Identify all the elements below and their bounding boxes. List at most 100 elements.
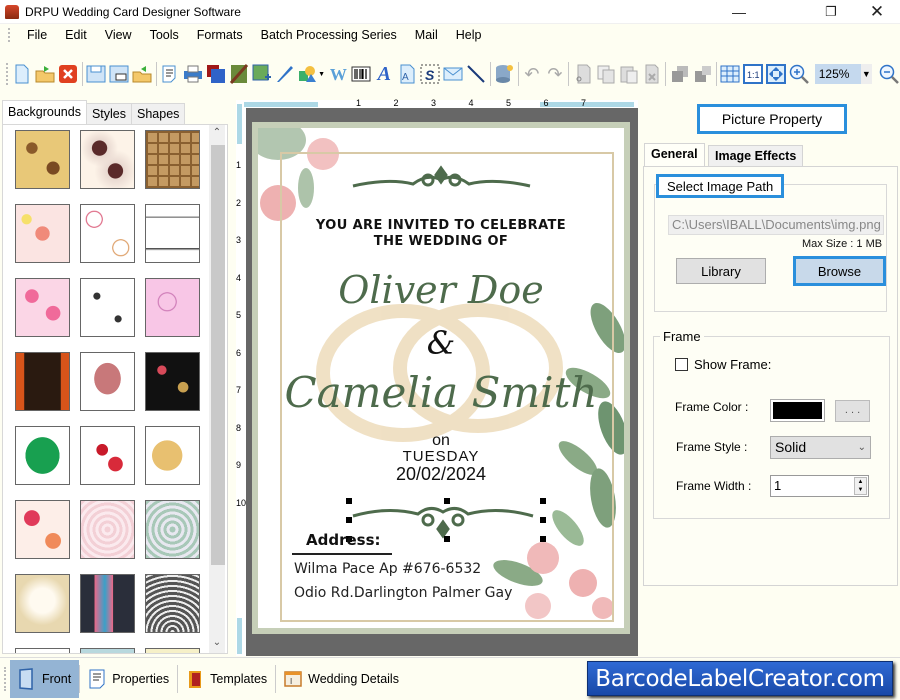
thumbnail-heart-outlines[interactable]: [80, 204, 135, 263]
selection-handle[interactable]: [444, 498, 450, 504]
minimize-button[interactable]: —: [716, 0, 762, 24]
tab-general[interactable]: General: [644, 143, 705, 167]
thumbnail-golden-floral[interactable]: [15, 130, 70, 189]
thumbnail-ganesha-orange[interactable]: [15, 352, 70, 411]
paste-button[interactable]: [618, 63, 639, 85]
menu-batch-processing[interactable]: Batch Processing Series: [252, 28, 406, 42]
bring-forward-button[interactable]: [669, 63, 690, 85]
selection-handle[interactable]: [540, 536, 546, 542]
pencil-button[interactable]: [274, 63, 295, 85]
thumbnail-elephant-head[interactable]: [80, 352, 135, 411]
actual-size-button[interactable]: 1:1: [743, 63, 764, 85]
tab-styles[interactable]: Styles: [85, 103, 133, 124]
address-line-2[interactable]: Odio Rd.Darlington Palmer Gay: [294, 585, 512, 601]
invite-line-2[interactable]: THE WEDDING OF: [258, 234, 624, 249]
spin-buttons[interactable]: ▲ ▼: [854, 477, 867, 495]
grid-button[interactable]: [720, 63, 741, 85]
open-button[interactable]: [35, 63, 56, 85]
groom-name[interactable]: Oliver Doe: [258, 268, 624, 312]
word-art-button[interactable]: W: [328, 63, 349, 85]
show-frame-checkbox[interactable]: [675, 358, 688, 371]
zoom-level-input[interactable]: 125%: [814, 64, 861, 84]
frame-width-stepper[interactable]: 1 ▲ ▼: [770, 475, 869, 497]
background-button[interactable]: [228, 63, 249, 85]
properties-button[interactable]: [160, 63, 181, 85]
import-button[interactable]: [132, 63, 153, 85]
menu-tools[interactable]: Tools: [141, 28, 188, 42]
cut-button[interactable]: [572, 63, 593, 85]
tab-shapes[interactable]: Shapes: [131, 103, 186, 124]
thumbnail-blue-hearts[interactable]: [80, 648, 135, 653]
print-preview-button[interactable]: [206, 63, 227, 85]
address-label[interactable]: Address:: [306, 531, 381, 549]
tab-front[interactable]: Front: [10, 660, 80, 698]
thumbnail-pink-hearts[interactable]: [15, 278, 70, 337]
selection-handle[interactable]: [444, 536, 450, 542]
restore-button[interactable]: ❐: [808, 0, 854, 24]
selection-handle[interactable]: [346, 517, 352, 523]
address-line-1[interactable]: Wilma Pace Ap #676-6532: [294, 561, 481, 577]
print-button[interactable]: [183, 63, 204, 85]
fit-window-button[interactable]: [766, 63, 787, 85]
thumbnail-pink-flowers[interactable]: [15, 204, 70, 263]
selection-handle[interactable]: [540, 498, 546, 504]
thumbnail-dancing-couples[interactable]: [80, 278, 135, 337]
scrollbar-thumb[interactable]: [211, 145, 225, 565]
menu-edit[interactable]: Edit: [56, 28, 96, 42]
selection-handle[interactable]: [346, 498, 352, 504]
zoom-in-button[interactable]: [789, 63, 810, 85]
redo-button[interactable]: ↷: [544, 63, 565, 85]
frame-color-picker-button[interactable]: . . .: [835, 400, 870, 422]
close-file-button[interactable]: [58, 63, 79, 85]
thumbnail-mandala[interactable]: [145, 500, 200, 559]
wedding-date[interactable]: 20/02/2024: [258, 464, 624, 485]
scroll-up-icon[interactable]: ⌃: [209, 127, 225, 143]
thumbnail-rose-petals[interactable]: [80, 426, 135, 485]
line-button[interactable]: [466, 63, 487, 85]
menu-help[interactable]: Help: [447, 28, 491, 42]
thumbnail-purple-floral[interactable]: [15, 648, 70, 653]
shapes-button[interactable]: ▼: [297, 63, 326, 85]
thumbnail-temple-illustration[interactable]: [145, 204, 200, 263]
thumbnail-leaf-elephant[interactable]: [15, 426, 70, 485]
new-button[interactable]: [12, 63, 33, 85]
letter-button[interactable]: A: [397, 63, 418, 85]
zoom-dropdown-button[interactable]: ▼: [860, 64, 873, 84]
thumbnail-white-rose-rings[interactable]: [15, 574, 70, 633]
save-button[interactable]: [86, 63, 107, 85]
signature-button[interactable]: S: [420, 63, 441, 85]
ampersand[interactable]: &: [258, 324, 624, 362]
scroll-down-icon[interactable]: ⌄: [209, 637, 225, 653]
text-button[interactable]: A: [374, 63, 395, 85]
show-frame-label[interactable]: Show Frame:: [694, 357, 771, 372]
database-button[interactable]: [494, 63, 515, 85]
thumbnail-patterned-hearts[interactable]: [15, 500, 70, 559]
menu-view[interactable]: View: [96, 28, 141, 42]
thumbnail-black-floral[interactable]: [145, 352, 200, 411]
menu-mail[interactable]: Mail: [406, 28, 447, 42]
thumbnail-heart-border[interactable]: [145, 648, 200, 653]
copy-button[interactable]: [595, 63, 616, 85]
frame-style-select[interactable]: Solid ⌄: [770, 436, 871, 459]
tab-templates[interactable]: Templates: [178, 660, 275, 698]
thumbnail-pink-swirls[interactable]: [145, 278, 200, 337]
thumbnail-crescent-star[interactable]: [145, 426, 200, 485]
tab-image-effects[interactable]: Image Effects: [708, 145, 804, 167]
bride-name[interactable]: Camelia Smith: [258, 368, 624, 417]
browse-button[interactable]: Browse: [793, 256, 886, 286]
wedding-card[interactable]: YOU ARE INVITED TO CELEBRATE THE WEDDING…: [252, 122, 630, 634]
send-backward-button[interactable]: [692, 63, 713, 85]
undo-button[interactable]: ↶: [521, 63, 542, 85]
thumbnail-scrollbar[interactable]: ⌃ ⌄: [209, 125, 225, 653]
save-as-button[interactable]: [109, 63, 130, 85]
thumbnail-pink-lace[interactable]: [80, 500, 135, 559]
barcode-button[interactable]: [351, 63, 372, 85]
delete-button[interactable]: [641, 63, 662, 85]
thumbnail-floral-stripe[interactable]: [80, 574, 135, 633]
menu-formats[interactable]: Formats: [188, 28, 252, 42]
close-button[interactable]: ✕: [854, 0, 900, 24]
library-button[interactable]: Library: [676, 258, 766, 284]
selection-handle[interactable]: [540, 517, 546, 523]
zoom-out-button[interactable]: [878, 63, 899, 85]
thumbnail-paisley-lace[interactable]: [80, 130, 135, 189]
